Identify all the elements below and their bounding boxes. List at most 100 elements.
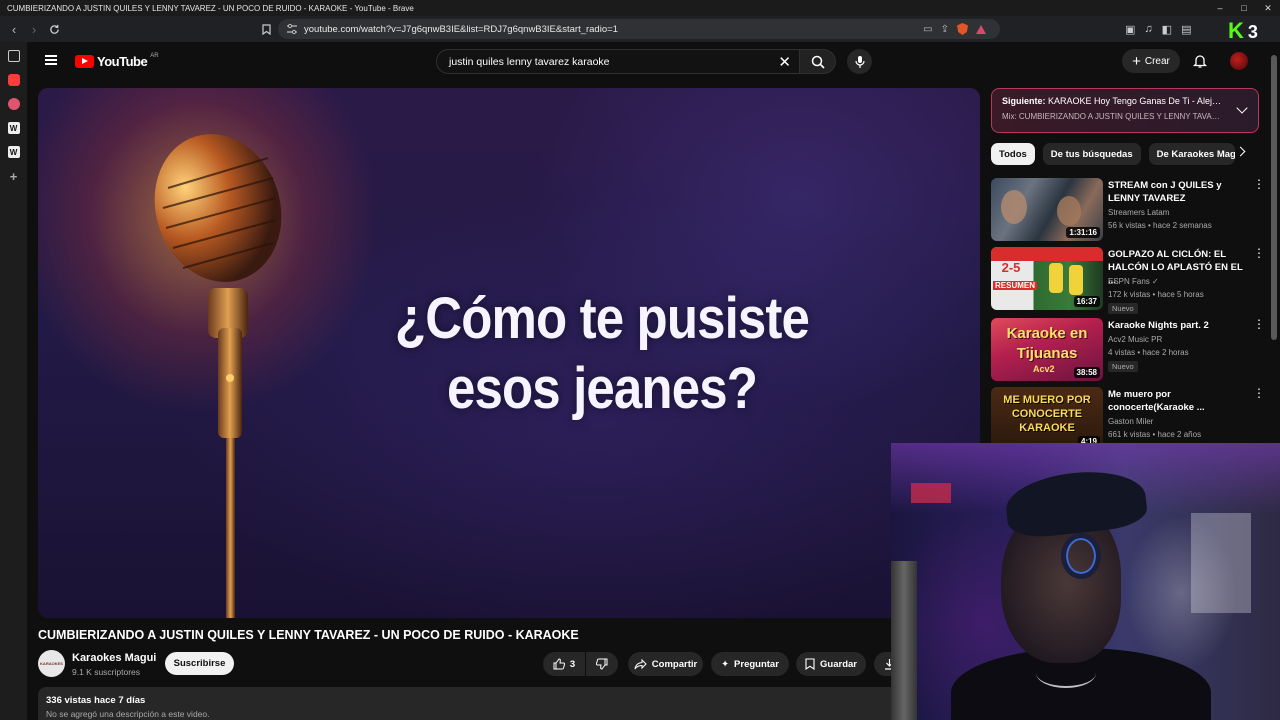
like-count: 3 bbox=[569, 658, 576, 670]
back-icon[interactable]: ‹ bbox=[4, 19, 24, 39]
recommendation-thumbnail[interactable]: 2-5 RESUMEN 16:37 bbox=[991, 247, 1103, 310]
thumbs-down-icon bbox=[596, 658, 608, 670]
share-button[interactable]: Compartir bbox=[628, 652, 703, 676]
more-options-icon[interactable]: ⋮ bbox=[1253, 247, 1265, 259]
channel-name[interactable]: Karaokes Magui bbox=[72, 652, 156, 664]
forward-icon[interactable]: › bbox=[24, 19, 44, 39]
new-badge: Nuevo bbox=[1108, 303, 1138, 314]
thumbnail-title-text: Karaoke en Tijuanas bbox=[1006, 325, 1088, 362]
description-text: No se agregó una descripción a este vide… bbox=[46, 709, 210, 719]
recommendation-channel[interactable]: Streamers Latam bbox=[1108, 208, 1169, 217]
add-panel-icon[interactable]: + bbox=[8, 169, 20, 184]
bookmark-icon[interactable] bbox=[256, 19, 276, 39]
page-scrollbar[interactable] bbox=[1271, 55, 1277, 340]
recommendation-title[interactable]: STREAM con J QUILES y LENNY TAVAREZ bbox=[1108, 179, 1246, 205]
sparkle-icon: ✦ bbox=[721, 658, 730, 670]
address-bar[interactable]: youtube.com/watch?v=J7g6qnwB3IE&list=RDJ… bbox=[278, 19, 1000, 39]
up-next-card[interactable]: Siguiente: KARAOKE Hoy Tengo Ganas De Ti… bbox=[991, 88, 1259, 133]
recommendation-item[interactable]: Karaoke en Tijuanas Acv2 38:58 Karaoke N… bbox=[991, 318, 1271, 382]
recommendation-meta: 4 vistas • hace 2 horas bbox=[1108, 348, 1189, 357]
mix-title: Mix: CUMBIERIZANDO A JUSTIN QUILES Y LEN… bbox=[1002, 112, 1222, 121]
search-button[interactable] bbox=[800, 49, 836, 74]
site-settings-icon[interactable] bbox=[286, 23, 298, 35]
brave-rewards-icon[interactable] bbox=[976, 24, 986, 34]
share-icon[interactable]: ⇪ bbox=[941, 24, 949, 35]
more-options-icon[interactable]: ⋮ bbox=[1253, 178, 1265, 190]
youtube-tab-icon[interactable] bbox=[7, 74, 20, 86]
youtube-wordmark: YouTube bbox=[97, 54, 148, 69]
webcam-microphone bbox=[891, 561, 917, 720]
dislike-button[interactable] bbox=[586, 652, 618, 676]
recommendation-thumbnail[interactable]: 1:31:16 bbox=[991, 178, 1103, 241]
description-box[interactable]: 336 vistas hace 7 días No se agregó una … bbox=[38, 687, 908, 720]
chip-de-karaokes-magui[interactable]: De Karaokes Magui bbox=[1148, 143, 1235, 165]
sidebar-toggle-icon[interactable]: ◧ bbox=[1162, 23, 1172, 36]
clear-search-icon[interactable]: ✕ bbox=[778, 53, 791, 71]
channel-avatar-text: KARAOKES bbox=[40, 661, 63, 666]
sidebar-panel-icon[interactable] bbox=[7, 50, 20, 62]
expand-chevron-icon[interactable] bbox=[1236, 102, 1248, 114]
chips-next-chevron-icon[interactable] bbox=[1235, 146, 1246, 157]
recommendation-title[interactable]: Me muero por conocerte(Karaoke ... bbox=[1108, 388, 1246, 414]
recommendation-item[interactable]: 2-5 RESUMEN 16:37 GOLPAZO AL CICLÓN: EL … bbox=[991, 247, 1271, 314]
brave-shields-icon[interactable] bbox=[957, 23, 968, 35]
video-duration: 16:37 bbox=[1073, 296, 1100, 307]
maximize-button[interactable]: □ bbox=[1232, 0, 1256, 16]
recommendation-channel[interactable]: ESPN Fans bbox=[1108, 277, 1150, 286]
notifications-bell-icon[interactable] bbox=[1192, 53, 1208, 69]
reader-mode-icon[interactable]: ▣ bbox=[1125, 23, 1135, 36]
microphone-icon bbox=[854, 55, 865, 68]
plus-icon: + bbox=[1132, 52, 1141, 70]
karaoke-lyric: ¿Cómo te pusiste esos jeanes? bbox=[394, 286, 810, 421]
share-label: Compartir bbox=[651, 658, 698, 670]
wikipedia-icon-2[interactable]: W bbox=[7, 146, 20, 158]
chip-todos[interactable]: Todos bbox=[991, 143, 1035, 165]
cast-icon[interactable]: ▭ bbox=[923, 24, 932, 35]
recommendation-channel[interactable]: Gaston Miler bbox=[1108, 417, 1153, 426]
recommendation-thumbnail[interactable]: Karaoke en Tijuanas Acv2 38:58 bbox=[991, 318, 1103, 381]
necklace bbox=[1036, 658, 1096, 688]
close-window-button[interactable]: ✕ bbox=[1256, 0, 1280, 16]
search-query[interactable]: justin quiles lenny tavarez karaoke bbox=[449, 56, 610, 68]
streamer-webcam bbox=[891, 443, 1280, 720]
recommendation-item[interactable]: ME MUERO POR CONOCERTE KARAOKE 4:19 Me m… bbox=[991, 387, 1271, 451]
voice-search-button[interactable] bbox=[847, 49, 872, 74]
channel-avatar[interactable]: KARAOKES bbox=[38, 650, 65, 677]
up-next-title: KARAOKE Hoy Tengo Ganas De Ti - Aleja... bbox=[1048, 96, 1222, 106]
wikipedia-icon[interactable]: W bbox=[7, 122, 20, 134]
thumbnail-sub-text: Acv2 bbox=[1033, 364, 1055, 374]
recommendation-meta: 172 k vistas • hace 5 horas bbox=[1108, 290, 1204, 299]
search-input[interactable]: justin quiles lenny tavarez karaoke ✕ bbox=[436, 49, 800, 74]
reload-icon[interactable] bbox=[44, 19, 64, 39]
recommendation-item[interactable]: 1:31:16 STREAM con J QUILES y LENNY TAVA… bbox=[991, 178, 1271, 242]
save-button[interactable]: Guardar bbox=[796, 652, 866, 676]
chip-de-tus-busquedas[interactable]: De tus búsquedas bbox=[1042, 143, 1141, 165]
search-icon bbox=[811, 55, 825, 69]
recommendation-channel[interactable]: Acv2 Music PR bbox=[1108, 335, 1162, 344]
more-options-icon[interactable]: ⋮ bbox=[1253, 387, 1265, 399]
recommendation-thumbnail[interactable]: ME MUERO POR CONOCERTE KARAOKE 4:19 bbox=[991, 387, 1103, 450]
window-title: CUMBIERIZANDO A JUSTIN QUILES Y LENNY TA… bbox=[7, 3, 414, 13]
ask-button[interactable]: ✦ Preguntar bbox=[711, 652, 789, 676]
like-button[interactable]: 3 bbox=[543, 652, 585, 676]
music-icon[interactable]: ♫ bbox=[1144, 23, 1152, 35]
menu-icon[interactable] bbox=[45, 55, 57, 65]
url-text[interactable]: youtube.com/watch?v=J7g6qnwB3IE&list=RDJ… bbox=[304, 24, 618, 35]
recommendation-title[interactable]: Karaoke Nights part. 2 bbox=[1108, 319, 1246, 332]
up-next-label: Siguiente: bbox=[1002, 96, 1046, 106]
youtube-logo[interactable]: YouTube AR bbox=[75, 53, 159, 69]
kick-count: 3 bbox=[1247, 22, 1258, 42]
wallet-icon[interactable]: ▤ bbox=[1181, 23, 1191, 36]
thumbs-up-icon bbox=[553, 658, 565, 670]
minimize-button[interactable]: – bbox=[1208, 0, 1232, 16]
thumbnail-resumen-text: RESUMEN bbox=[993, 281, 1038, 290]
kick-overlay-logo: K3 bbox=[1228, 18, 1258, 43]
pinned-site-icon[interactable] bbox=[7, 98, 20, 110]
verified-check-icon: ✓ bbox=[1152, 277, 1159, 286]
create-button[interactable]: + Crear bbox=[1122, 49, 1180, 73]
account-avatar[interactable] bbox=[1230, 52, 1248, 70]
video-player[interactable]: ¿Cómo te pusiste esos jeanes? bbox=[38, 88, 980, 618]
save-label: Guardar bbox=[820, 658, 857, 670]
more-options-icon[interactable]: ⋮ bbox=[1253, 318, 1265, 330]
subscribe-button[interactable]: Suscribirse bbox=[165, 652, 234, 675]
